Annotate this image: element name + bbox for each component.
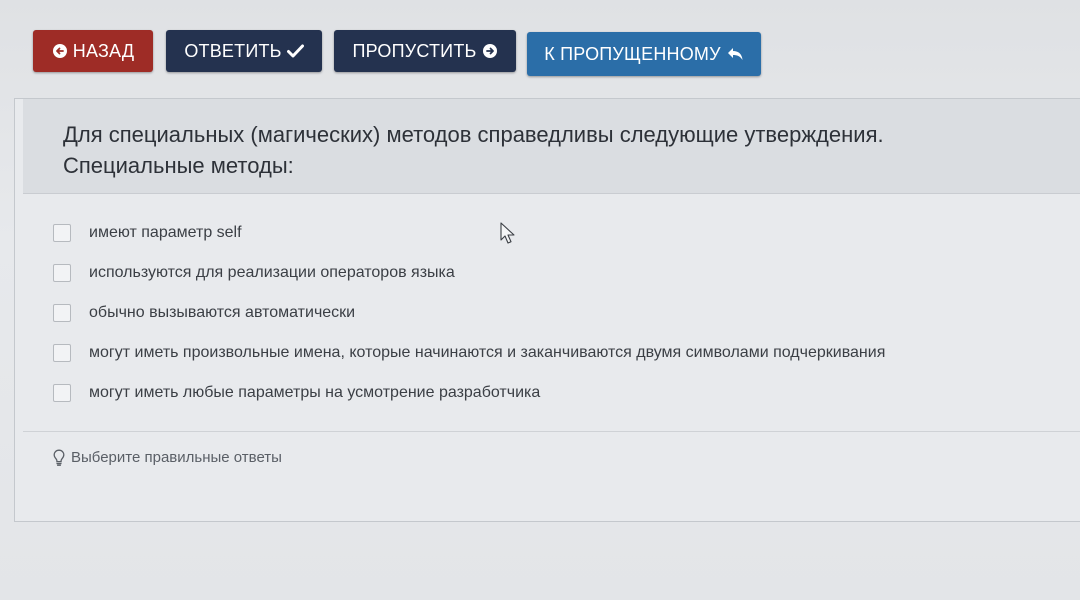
option-label: имеют параметр self xyxy=(89,224,242,241)
hint-divider xyxy=(23,431,1080,432)
question-card: Для специальных (магических) методов спр… xyxy=(14,98,1080,522)
circle-back-icon xyxy=(52,43,68,59)
option-label: используются для реализации операторов я… xyxy=(89,264,455,281)
question-text: Для специальных (магических) методов спр… xyxy=(63,122,884,178)
option-label: могут иметь произвольные имена, которые … xyxy=(89,344,886,361)
option-item[interactable]: используются для реализации операторов я… xyxy=(53,253,885,293)
hint: Выберите правильные ответы xyxy=(53,449,282,466)
option-checkbox[interactable] xyxy=(53,264,71,282)
answer-button[interactable]: ОТВЕТИТЬ xyxy=(166,30,322,72)
back-button-label: НАЗАД xyxy=(72,40,135,61)
option-checkbox[interactable] xyxy=(53,344,71,362)
answer-options: имеют параметр self используются для реа… xyxy=(53,213,885,413)
skip-button[interactable]: ПРОПУСТИТЬ xyxy=(334,30,516,72)
option-label: могут иметь любые параметры на усмотрени… xyxy=(89,384,541,401)
option-label: обычно вызываются автоматически xyxy=(89,304,356,321)
option-item[interactable]: могут иметь произвольные имена, которые … xyxy=(53,333,885,373)
question-header: Для специальных (магических) методов спр… xyxy=(23,99,1080,194)
hint-text: Выберите правильные ответы xyxy=(71,449,282,466)
check-icon xyxy=(286,44,304,58)
option-checkbox[interactable] xyxy=(53,304,71,322)
lightbulb-icon xyxy=(53,449,65,466)
toolbar: НАЗАД ОТВЕТИТЬ ПРОПУСТИТЬ К ПРОПУЩЕННОМУ xyxy=(33,26,761,76)
back-button[interactable]: НАЗАД xyxy=(33,30,153,72)
option-item[interactable]: обычно вызываются автоматически xyxy=(53,293,885,333)
option-checkbox[interactable] xyxy=(53,224,71,242)
circle-forward-icon xyxy=(482,43,498,59)
answer-button-label: ОТВЕТИТЬ xyxy=(184,40,282,61)
skip-button-label: ПРОПУСТИТЬ xyxy=(352,40,477,61)
mouse-pointer-icon xyxy=(500,222,516,249)
to-skipped-button-label: К ПРОПУЩЕННОМУ xyxy=(544,43,721,64)
option-item[interactable]: имеют параметр self xyxy=(53,213,885,253)
option-checkbox[interactable] xyxy=(53,384,71,402)
to-skipped-button[interactable]: К ПРОПУЩЕННОМУ xyxy=(527,32,761,76)
reply-arrow-icon xyxy=(727,47,744,61)
option-item[interactable]: могут иметь любые параметры на усмотрени… xyxy=(53,373,885,413)
